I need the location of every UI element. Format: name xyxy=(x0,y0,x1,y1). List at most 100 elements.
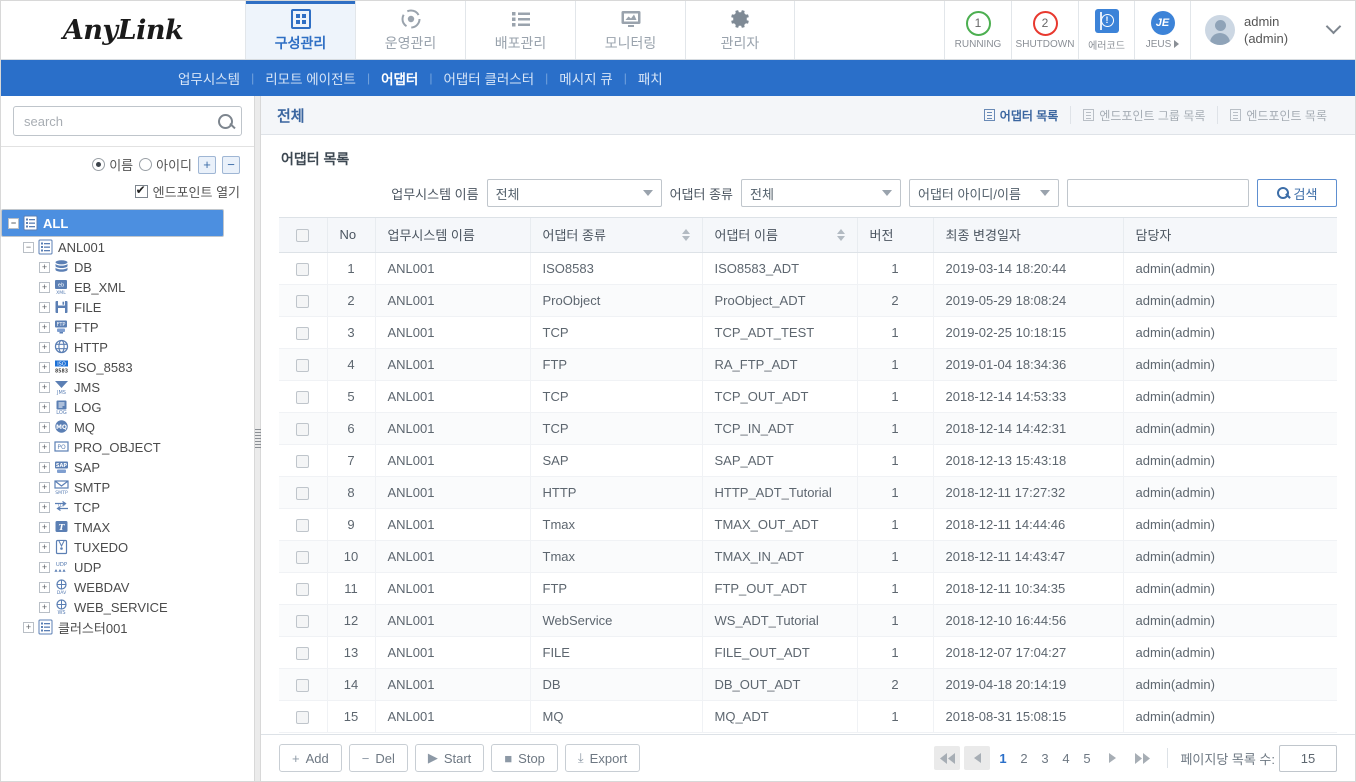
row-checkbox[interactable] xyxy=(296,583,309,596)
last-page-button[interactable] xyxy=(1129,746,1155,770)
row-checkbox[interactable] xyxy=(296,263,309,276)
th-select-all[interactable] xyxy=(279,218,327,252)
tree-node-all[interactable]: −ALL xyxy=(1,209,224,237)
tree-expander[interactable]: + xyxy=(39,362,50,373)
sort-type-icon[interactable] xyxy=(682,229,690,241)
radio-by-name[interactable]: 이름 xyxy=(92,155,133,174)
tree-expander[interactable]: + xyxy=(39,322,50,333)
row-select-cell[interactable] xyxy=(279,540,327,572)
table-row[interactable]: 7ANL001SAPSAP_ADT12018-12-13 15:43:18adm… xyxy=(279,444,1337,476)
resource-tree[interactable]: −ALL−ANL001+DB+ebXMLEB_XML+FILE+FTPFTP+H… xyxy=(1,207,254,781)
tree-expander[interactable]: + xyxy=(39,382,50,393)
keyword-field-select[interactable]: 어댑터 아이디/이름 xyxy=(909,179,1059,207)
tree-node-eb-xml[interactable]: +ebXMLEB_XML xyxy=(1,277,254,297)
chevron-down-icon[interactable] xyxy=(1326,19,1342,35)
row-checkbox[interactable] xyxy=(296,455,309,468)
tree-expander[interactable]: − xyxy=(23,242,34,253)
search-button[interactable]: 검색 xyxy=(1257,179,1337,207)
subnav-item-remote-agent[interactable]: 리모트 에이전트 xyxy=(254,68,367,88)
row-checkbox[interactable] xyxy=(296,391,309,404)
splitter-grip-icon[interactable] xyxy=(255,429,261,449)
row-select-cell[interactable] xyxy=(279,284,327,316)
page-4-button[interactable]: 4 xyxy=(1057,751,1074,766)
table-row[interactable]: 2ANL001ProObjectProObject_ADT22019-05-29… xyxy=(279,284,1337,316)
prev-page-button[interactable] xyxy=(964,746,990,770)
select-all-checkbox[interactable] xyxy=(296,229,309,242)
add-button[interactable]: + Add xyxy=(279,744,342,772)
row-select-cell[interactable] xyxy=(279,348,327,380)
delete-button[interactable]: − Del xyxy=(349,744,408,772)
sidebar-splitter[interactable] xyxy=(255,96,261,781)
row-checkbox[interactable] xyxy=(296,327,309,340)
table-row[interactable]: 1ANL001ISO8583ISO8583_ADT12019-03-14 18:… xyxy=(279,252,1337,284)
table-row[interactable]: 12ANL001WebServiceWS_ADT_Tutorial12018-1… xyxy=(279,604,1337,636)
row-select-cell[interactable] xyxy=(279,412,327,444)
tree-expander[interactable]: + xyxy=(39,522,50,533)
row-select-cell[interactable] xyxy=(279,636,327,668)
sort-name-icon[interactable] xyxy=(837,229,845,241)
table-row[interactable]: 14ANL001DBDB_OUT_ADT22019-04-18 20:14:19… xyxy=(279,668,1337,700)
tree-expander[interactable]: + xyxy=(23,622,34,633)
row-select-cell[interactable] xyxy=(279,252,327,284)
row-select-cell[interactable] xyxy=(279,476,327,508)
row-select-cell[interactable] xyxy=(279,700,327,732)
row-checkbox[interactable] xyxy=(296,359,309,372)
tab-adapter-list[interactable]: 어댑터 목록 xyxy=(972,106,1071,124)
tree-node-jms[interactable]: +JMSJMS xyxy=(1,377,254,397)
tree-node-anl001[interactable]: −ANL001 xyxy=(1,237,254,257)
row-checkbox[interactable] xyxy=(296,519,309,532)
radio-by-id[interactable]: 아이디 xyxy=(139,155,192,174)
page-1-button[interactable]: 1 xyxy=(994,751,1011,766)
tree-node-udp[interactable]: +UDPUDP xyxy=(1,557,254,577)
tree-node-pro-object[interactable]: +POPRO_OBJECT xyxy=(1,437,254,457)
nav-tab-operations[interactable]: 운영관리 xyxy=(355,1,465,59)
stop-button[interactable]: ■ Stop xyxy=(491,744,558,772)
start-button[interactable]: ▶ Start xyxy=(415,744,484,772)
tree-node-smtp[interactable]: +SMTPSMTP xyxy=(1,477,254,497)
row-checkbox[interactable] xyxy=(296,647,309,660)
tree-node-tcp[interactable]: +TCPTCP xyxy=(1,497,254,517)
page-5-button[interactable]: 5 xyxy=(1078,751,1095,766)
row-select-cell[interactable] xyxy=(279,604,327,636)
system-filter-select[interactable]: 전체 xyxy=(487,179,662,207)
subnav-item-patch[interactable]: 패치 xyxy=(627,68,674,88)
th-name[interactable]: 어댑터 이름 xyxy=(702,218,857,252)
tree-expander[interactable]: + xyxy=(39,502,50,513)
tree-node-ftp[interactable]: +FTPFTP xyxy=(1,317,254,337)
tree-node-http[interactable]: +HTTP xyxy=(1,337,254,357)
tree-node-webdav[interactable]: +DAVWEBDAV xyxy=(1,577,254,597)
type-filter-select[interactable]: 전체 xyxy=(741,179,901,207)
tree-expander[interactable]: − xyxy=(8,218,19,229)
row-select-cell[interactable] xyxy=(279,508,327,540)
tree-expander[interactable]: + xyxy=(39,582,50,593)
tree-node-tuxedo[interactable]: +TUXEDO xyxy=(1,537,254,557)
tree-node--001[interactable]: +클러스터001 xyxy=(1,617,254,637)
tree-expander[interactable]: + xyxy=(39,482,50,493)
tab-endpoint-group-list[interactable]: 엔드포인트 그룹 목록 xyxy=(1070,106,1217,124)
next-page-button[interactable] xyxy=(1099,746,1125,770)
tree-node-web-service[interactable]: +WSWEB_SERVICE xyxy=(1,597,254,617)
row-checkbox[interactable] xyxy=(296,711,309,724)
nav-tab-deployment[interactable]: 배포관리 xyxy=(465,1,575,59)
row-select-cell[interactable] xyxy=(279,380,327,412)
search-box[interactable] xyxy=(13,106,242,136)
th-type[interactable]: 어댑터 종류 xyxy=(530,218,702,252)
row-checkbox[interactable] xyxy=(296,295,309,308)
tree-expander[interactable]: + xyxy=(39,422,50,433)
tree-expander[interactable]: + xyxy=(39,562,50,573)
keyword-input[interactable] xyxy=(1067,179,1249,207)
table-row[interactable]: 15ANL001MQMQ_ADT12018-08-31 15:08:15admi… xyxy=(279,700,1337,732)
subnav-item-adapter-cluster[interactable]: 어댑터 클러스터 xyxy=(432,68,545,88)
tree-node-iso-8583[interactable]: +ISO8583ISO_8583 xyxy=(1,357,254,377)
status-running[interactable]: 1 RUNNING xyxy=(945,1,1012,59)
tree-expander[interactable]: + xyxy=(39,542,50,553)
jeus-button[interactable]: JE JEUS xyxy=(1135,1,1191,59)
table-row[interactable]: 6ANL001TCPTCP_IN_ADT12018-12-14 14:42:31… xyxy=(279,412,1337,444)
first-page-button[interactable] xyxy=(934,746,960,770)
row-select-cell[interactable] xyxy=(279,316,327,348)
table-row[interactable]: 9ANL001TmaxTMAX_OUT_ADT12018-12-11 14:44… xyxy=(279,508,1337,540)
table-row[interactable]: 4ANL001FTPRA_FTP_ADT12019-01-04 18:34:36… xyxy=(279,348,1337,380)
tree-node-tmax[interactable]: +TTMAX xyxy=(1,517,254,537)
table-row[interactable]: 5ANL001TCPTCP_OUT_ADT12018-12-14 14:53:3… xyxy=(279,380,1337,412)
row-checkbox[interactable] xyxy=(296,423,309,436)
